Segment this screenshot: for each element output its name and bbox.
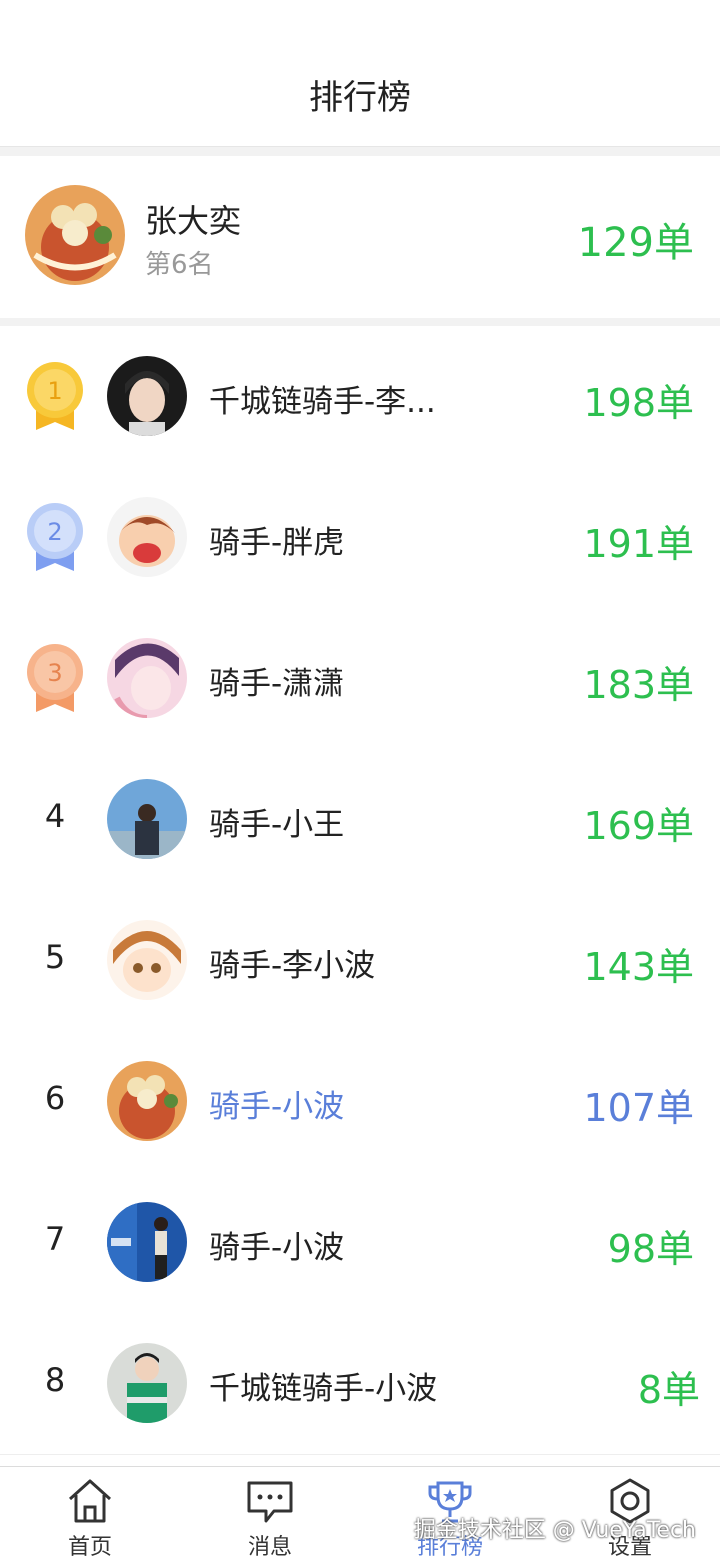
ranking-row-current-user[interactable]: 6 骑手-小波 107单 [0,1031,720,1173]
my-avatar [25,185,125,285]
order-count: 191单 [583,522,694,566]
svg-text:2: 2 [47,518,62,546]
avatar [107,1061,187,1141]
header: 排行榜 [0,0,720,147]
rider-name: 骑手-小波 [209,1089,345,1125]
tab-home[interactable]: 首页 [0,1467,180,1563]
ranking-row[interactable]: 3 骑手-潇潇 183单 [0,608,720,750]
gold-medal-icon: 1 [27,362,83,430]
avatar [107,356,187,436]
rider-name: 骑手-潇潇 [209,666,345,702]
rider-name: 千城链骑手-小波 [209,1371,438,1407]
message-icon [247,1481,293,1523]
avatar [107,1202,187,1282]
rider-name: 骑手-李小波 [209,948,376,984]
tab-messages[interactable]: 消息 [180,1467,360,1563]
order-count: 169单 [583,804,694,848]
my-rank: 第6名 [145,250,214,280]
rider-name: 骑手-胖虎 [209,525,345,561]
ranking-row[interactable]: 4 骑手-小王 169单 [0,749,720,891]
rank-number: 8 [44,1361,66,1399]
order-count: 98单 [607,1227,694,1271]
order-count: 8单 [637,1368,700,1412]
tab-label: 首页 [67,1535,112,1560]
avatar [107,638,187,718]
rider-name: 骑手-小波 [209,1230,345,1266]
order-count: 107单 [583,1086,694,1130]
divider [0,147,720,156]
rank-number: 4 [44,797,66,835]
leaderboard-page: 排行榜 张大奕 第6名 129单 1 千城链骑手-李... 198单 2 骑手-… [0,0,720,1563]
bronze-medal-icon: 3 [27,644,83,712]
order-count: 183单 [583,663,694,707]
rider-name: 骑手-小王 [209,807,345,843]
my-name: 张大奕 [145,202,242,240]
order-count: 198单 [583,381,694,425]
ranking-row[interactable]: 7 骑手-小波 98单 [0,1172,720,1314]
watermark: 掘金技术社区 @ VueYaTech [413,1518,696,1543]
rank-number: 6 [44,1079,66,1117]
ranking-row[interactable]: 1 千城链骑手-李... 198单 [0,326,720,468]
my-order-count: 129单 [577,220,694,266]
avatar [107,779,187,859]
svg-text:1: 1 [47,377,62,405]
avatar [107,1343,187,1423]
ranking-row[interactable]: 8 千城链骑手-小波 8单 [0,1313,720,1455]
home-icon [68,1479,112,1523]
rank-number: 5 [44,938,66,976]
my-rank-card[interactable]: 张大奕 第6名 129单 [0,156,720,318]
ranking-row[interactable]: 5 骑手-李小波 143单 [0,890,720,1032]
page-title: 排行榜 [309,78,411,118]
avatar [107,497,187,577]
silver-medal-icon: 2 [27,503,83,571]
rider-name: 千城链骑手-李... [209,384,436,420]
avatar [107,920,187,1000]
svg-text:3: 3 [47,659,62,687]
order-count: 143单 [583,945,694,989]
tab-label: 消息 [247,1535,292,1560]
ranking-row[interactable]: 2 骑手-胖虎 191单 [0,467,720,609]
divider [0,318,720,326]
rank-number: 7 [44,1220,66,1258]
